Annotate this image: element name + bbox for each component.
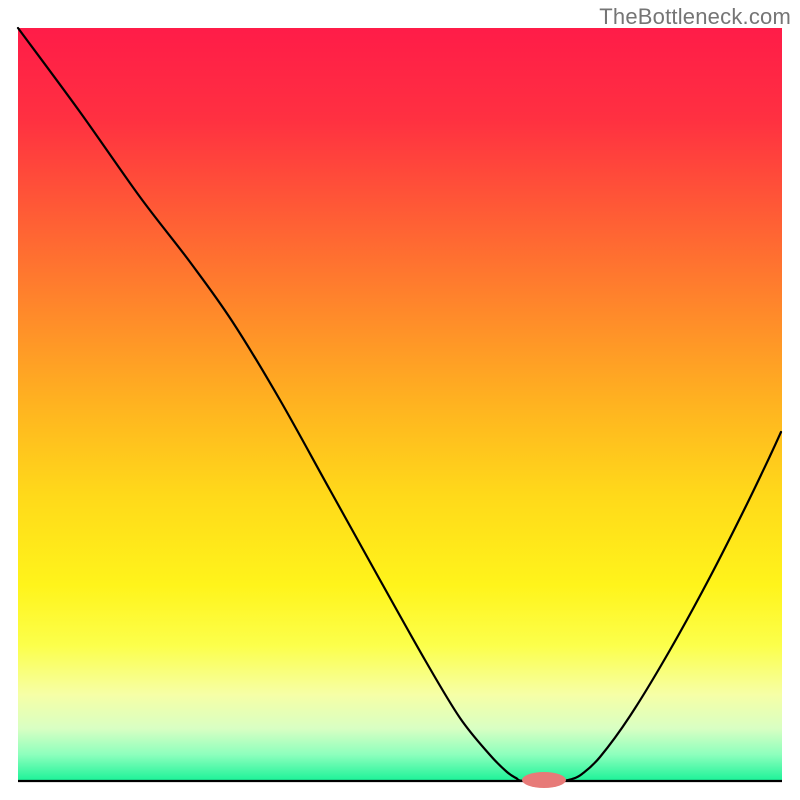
gradient-background xyxy=(18,28,782,781)
chart-svg xyxy=(0,0,800,800)
watermark-text: TheBottleneck.com xyxy=(599,4,791,30)
optimum-marker xyxy=(522,772,566,788)
bottleneck-chart: TheBottleneck.com xyxy=(0,0,800,800)
